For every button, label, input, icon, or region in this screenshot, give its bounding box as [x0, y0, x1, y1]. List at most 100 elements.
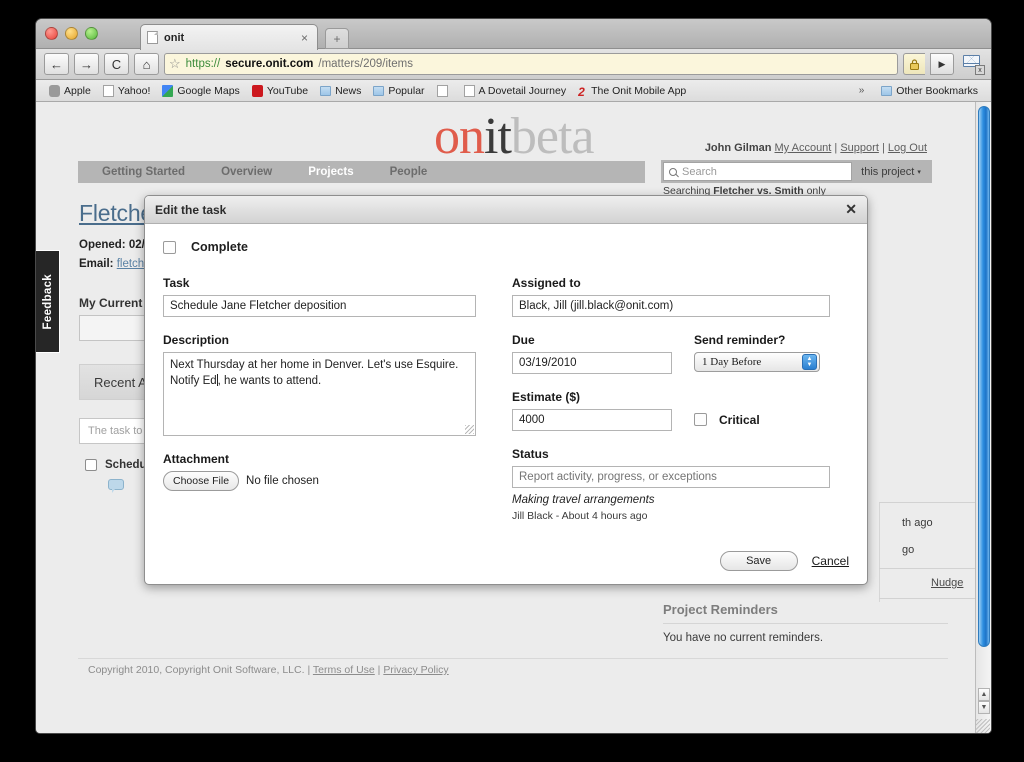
estimate-input[interactable] — [512, 409, 672, 431]
new-tab-button[interactable]: + — [325, 28, 349, 49]
bookmark-label: Yahoo! — [117, 84, 151, 97]
divider — [879, 598, 975, 599]
privacy-policy-link[interactable]: Privacy Policy — [383, 664, 448, 676]
footer-copyright: Copyright 2010, Copyright Onit Software,… — [88, 664, 313, 676]
search-input[interactable]: Search — [663, 162, 852, 181]
browser-tab[interactable]: onit × — [140, 24, 318, 50]
complete-checkbox[interactable] — [163, 240, 176, 254]
scroll-down-icon[interactable]: ▼ — [978, 701, 990, 714]
dialog-left-column: Task Description Next Thursday at her ho… — [163, 276, 476, 522]
bookmarks-bar: Apple Yahoo! Google Maps YouTube News Po… — [36, 80, 991, 102]
log-out-link[interactable]: Log Out — [888, 142, 927, 154]
scrollbar-arrows[interactable]: ▲ ▼ — [978, 688, 990, 714]
critical-checkbox[interactable] — [694, 413, 707, 426]
divider — [879, 502, 975, 503]
bookmark-apple[interactable]: Apple — [44, 84, 96, 98]
dialog-actions: Save Cancel — [719, 551, 849, 571]
url-path: /matters/209/items — [318, 58, 413, 70]
attachment-row: Choose File No file chosen — [163, 471, 476, 491]
forward-icon[interactable]: → — [74, 53, 99, 75]
home-icon[interactable]: ⌂ — [134, 53, 159, 75]
close-window-button[interactable] — [45, 27, 58, 40]
mail-extension-icon[interactable]: x — [963, 54, 985, 75]
section-heading: My Current F — [79, 296, 154, 310]
bookmark-google-maps[interactable]: Google Maps — [157, 84, 244, 98]
terms-of-use-link[interactable]: Terms of Use — [313, 664, 375, 676]
chevron-down-icon: ▾ — [917, 168, 921, 176]
bookmarks-overflow-icon[interactable]: » — [859, 85, 875, 96]
page-icon — [436, 84, 448, 97]
bookmark-the-onit-mobile-app[interactable]: 2 The Onit Mobile App — [573, 84, 691, 99]
page-scrollbar[interactable]: ▲ ▼ — [975, 102, 991, 733]
save-button[interactable]: Save — [719, 551, 798, 571]
other-bookmarks-folder[interactable]: Other Bookmarks — [876, 84, 983, 98]
bookmark-star-icon[interactable]: ☆ — [169, 56, 181, 72]
status-field-label: Status — [512, 447, 549, 461]
project-reminders-body: You have no current reminders. — [663, 632, 824, 644]
dialog-header: Edit the task ✕ — [145, 196, 867, 224]
search-scope-label: this project — [861, 165, 915, 178]
url-scheme: https:// — [185, 58, 221, 70]
nav-item-overview[interactable]: Overview — [221, 166, 294, 178]
bookmark-youtube[interactable]: YouTube — [247, 84, 313, 98]
window-resize-grip-icon[interactable] — [976, 719, 990, 733]
zoom-window-button[interactable] — [85, 27, 98, 40]
bookmark-yahoo[interactable]: Yahoo! — [98, 84, 156, 98]
close-icon[interactable]: × — [298, 31, 311, 45]
bookmark-label: Google Maps — [177, 84, 240, 97]
choose-file-button[interactable]: Choose File — [163, 471, 240, 491]
bookmark-untitled[interactable] — [432, 84, 457, 98]
description-textarea[interactable]: Next Thursday at her home in Denver. Let… — [163, 352, 476, 436]
bookmark-news[interactable]: News — [315, 84, 366, 98]
comment-bubble-icon[interactable] — [108, 479, 124, 493]
assigned-to-field-label: Assigned to — [512, 276, 581, 290]
nav-item-projects[interactable]: Projects — [308, 166, 375, 178]
nudge-link[interactable]: Nudge — [931, 577, 963, 589]
nav-item-getting-started[interactable]: Getting Started — [102, 166, 207, 178]
feedback-tab[interactable]: Feedback — [36, 250, 60, 353]
assigned-to-input[interactable] — [512, 295, 830, 317]
dialog-body: Complete Task Description Next Thursday … — [145, 224, 867, 584]
lock-icon — [903, 53, 925, 75]
url-host: secure.onit.com — [225, 58, 314, 70]
complete-row[interactable]: Complete — [163, 240, 849, 254]
minimize-window-button[interactable] — [65, 27, 78, 40]
go-button[interactable]: ▶ — [930, 53, 954, 75]
matter-title[interactable]: Fletche — [79, 200, 153, 227]
bookmark-popular[interactable]: Popular — [368, 84, 429, 98]
status-author-time: Jill Black - About 4 hours ago — [512, 510, 648, 522]
my-account-link[interactable]: My Account — [775, 142, 832, 154]
task-checkbox[interactable] — [85, 459, 97, 471]
page-icon — [147, 31, 158, 44]
address-bar[interactable]: ☆ https:// secure.onit.com/matters/209/it… — [164, 53, 898, 75]
nav-item-people[interactable]: People — [390, 166, 450, 178]
close-icon[interactable]: ✕ — [845, 201, 857, 218]
user-name: John Gilman — [704, 142, 772, 154]
cancel-link[interactable]: Cancel — [812, 554, 849, 568]
scroll-up-icon[interactable]: ▲ — [978, 688, 990, 701]
support-link[interactable]: Support — [840, 142, 879, 154]
tab-title: onit — [164, 31, 185, 44]
scrollbar-thumb[interactable] — [978, 106, 990, 647]
search-area: Search this project ▾ — [661, 160, 932, 183]
send-reminder-select[interactable]: 1 Day Before ▲ ▼ — [694, 352, 820, 372]
reload-icon[interactable]: C — [104, 53, 129, 75]
bookmark-label: The Onit Mobile App — [591, 84, 687, 97]
send-reminder-field-label: Send reminder? — [694, 333, 786, 347]
task-input[interactable] — [163, 295, 476, 317]
divider — [78, 658, 948, 659]
divider — [663, 623, 948, 624]
back-icon[interactable]: ← — [44, 53, 69, 75]
background-task-row[interactable]: Schedu — [85, 459, 147, 471]
status-input[interactable] — [512, 466, 830, 488]
task-field-label: Task — [163, 276, 190, 290]
separator: | — [881, 142, 885, 154]
due-input[interactable] — [512, 352, 672, 374]
stepper-arrows-icon[interactable]: ▲ ▼ — [802, 354, 817, 370]
separator: | — [834, 142, 838, 154]
browser-tab-strip: onit × + — [36, 19, 991, 50]
critical-group[interactable]: Critical — [694, 408, 760, 431]
bookmark-a-dovetail-journey[interactable]: A Dovetail Journey — [459, 84, 572, 98]
bookmark-label: YouTube — [266, 84, 309, 97]
search-scope-dropdown[interactable]: this project ▾ — [852, 166, 930, 178]
